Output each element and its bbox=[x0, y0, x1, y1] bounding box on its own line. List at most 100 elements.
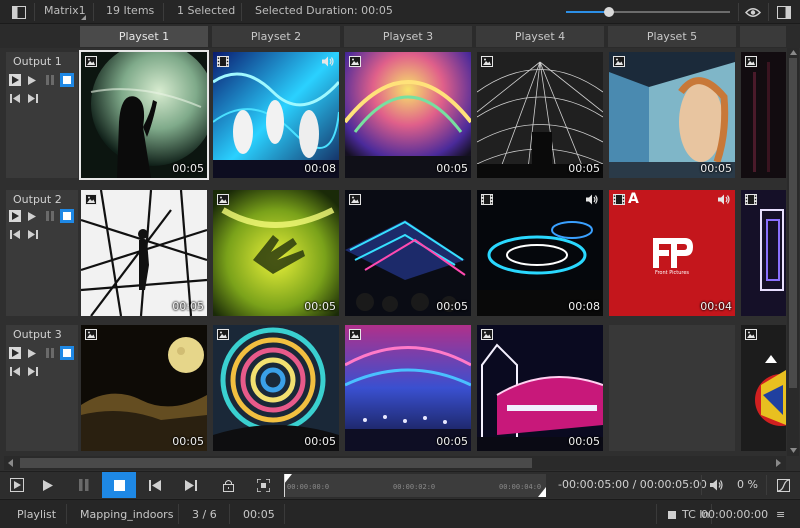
separator bbox=[229, 504, 230, 524]
pause-icon[interactable] bbox=[44, 74, 56, 86]
duration-label: 00:05 bbox=[568, 162, 600, 175]
media-thumbnail[interactable]: 00:05 bbox=[345, 52, 471, 178]
image-type-icon bbox=[349, 194, 361, 205]
media-thumbnail[interactable]: 00:05 bbox=[345, 190, 471, 316]
app-window: Matrix1 19 Items 1 Selected Selected Dur… bbox=[0, 0, 800, 528]
output-name: Output 1 bbox=[13, 55, 62, 68]
stop-button[interactable] bbox=[102, 472, 136, 498]
play-once-icon[interactable] bbox=[26, 74, 38, 86]
image-type-icon bbox=[481, 56, 493, 67]
item-duration: 00:05 bbox=[243, 508, 275, 521]
empty-slot[interactable] bbox=[609, 325, 735, 451]
thumbnail-image bbox=[213, 52, 339, 178]
thumbnail-size-slider[interactable] bbox=[566, 7, 730, 17]
thumbnail-image bbox=[213, 190, 339, 316]
play-icon[interactable] bbox=[9, 74, 21, 86]
selected-count: 1 Selected bbox=[177, 4, 236, 17]
media-thumbnail[interactable]: 00:05 bbox=[213, 325, 339, 451]
separator bbox=[738, 3, 739, 21]
volume-icon[interactable] bbox=[704, 472, 730, 498]
pause-icon[interactable] bbox=[44, 347, 56, 359]
image-type-icon bbox=[85, 56, 97, 67]
scroll-right-arrow-icon[interactable] bbox=[776, 459, 781, 467]
pause-icon[interactable] bbox=[44, 210, 56, 222]
stop-icon[interactable] bbox=[60, 346, 74, 360]
play-button[interactable] bbox=[32, 472, 64, 498]
slider-knob[interactable] bbox=[603, 7, 614, 17]
toggle-left-panel-icon[interactable] bbox=[10, 3, 28, 21]
video-type-icon bbox=[481, 194, 493, 205]
output-name: Output 2 bbox=[13, 193, 62, 206]
curve-editor-icon[interactable] bbox=[770, 472, 796, 498]
video-type-icon bbox=[217, 56, 229, 67]
previous-button[interactable] bbox=[139, 472, 171, 498]
horizontal-scroll-thumb[interactable] bbox=[20, 458, 532, 468]
image-type-icon bbox=[349, 329, 361, 340]
separator bbox=[701, 475, 702, 495]
time-display: -00:00:05:00 / 00:00:05:00 bbox=[558, 478, 707, 491]
media-thumbnail[interactable]: 00:05 bbox=[345, 325, 471, 451]
vertical-scrollbar[interactable] bbox=[787, 48, 799, 456]
media-thumbnail[interactable] bbox=[741, 52, 786, 178]
previous-icon[interactable] bbox=[9, 365, 21, 377]
image-type-icon bbox=[745, 329, 757, 340]
scroll-left-arrow-icon[interactable] bbox=[8, 459, 13, 467]
status-bar: Playlist Mapping_indoors 3 / 6 00:05 TC … bbox=[0, 499, 800, 528]
next-icon[interactable] bbox=[27, 228, 39, 240]
vertical-scroll-thumb[interactable] bbox=[789, 58, 797, 388]
previous-icon[interactable] bbox=[9, 92, 21, 104]
next-button[interactable] bbox=[175, 472, 207, 498]
separator bbox=[768, 3, 769, 21]
stop-icon[interactable] bbox=[60, 73, 74, 87]
media-thumbnail[interactable]: 00:05 bbox=[477, 52, 603, 178]
stop-icon[interactable] bbox=[60, 209, 74, 223]
toggle-right-panel-icon[interactable] bbox=[775, 3, 793, 21]
media-thumbnail[interactable]: 00:05 bbox=[81, 325, 207, 451]
playset-header-3[interactable]: Playset 3 bbox=[344, 26, 472, 47]
mode-label[interactable]: Playlist bbox=[17, 508, 56, 521]
thumbnail-image bbox=[741, 325, 786, 451]
media-thumbnail[interactable]: 00:05 bbox=[213, 190, 339, 316]
separator bbox=[34, 3, 35, 21]
media-thumbnail[interactable] bbox=[741, 190, 786, 316]
horizontal-scrollbar[interactable] bbox=[4, 456, 786, 470]
image-type-icon bbox=[613, 56, 625, 67]
scroll-up-arrow-icon[interactable] bbox=[790, 50, 797, 55]
play-once-icon[interactable] bbox=[26, 347, 38, 359]
menu-icon[interactable]: ≡ bbox=[776, 508, 785, 521]
media-thumbnail[interactable]: 00:08 bbox=[213, 52, 339, 178]
play-icon[interactable] bbox=[9, 210, 21, 222]
media-thumbnail[interactable]: 00:05 bbox=[81, 190, 207, 316]
item-position: 3 / 6 bbox=[192, 508, 217, 521]
playset-header-6[interactable] bbox=[740, 26, 786, 47]
video-type-icon bbox=[745, 194, 757, 205]
separator bbox=[163, 3, 164, 21]
scroll-down-arrow-icon[interactable] bbox=[790, 448, 797, 453]
eye-icon[interactable] bbox=[744, 3, 762, 21]
record-indicator-icon bbox=[668, 511, 676, 519]
playhead[interactable] bbox=[284, 474, 285, 497]
fit-timeline-button[interactable] bbox=[247, 472, 279, 498]
play-icon[interactable] bbox=[9, 347, 21, 359]
timeline-scrubber[interactable]: 00:00:00:0 00:00:02:0 00:00:04:0 bbox=[284, 474, 546, 497]
media-thumbnail[interactable]: A Front Pictures 00:04 bbox=[609, 190, 735, 316]
media-thumbnail[interactable]: 00:05 bbox=[477, 325, 603, 451]
next-icon[interactable] bbox=[27, 365, 39, 377]
media-thumbnail[interactable]: 00:05 bbox=[79, 50, 209, 180]
previous-icon[interactable] bbox=[9, 228, 21, 240]
playset-header-2[interactable]: Playset 2 bbox=[212, 26, 340, 47]
play-loop-button[interactable] bbox=[1, 472, 33, 498]
pause-button[interactable] bbox=[68, 472, 100, 498]
separator bbox=[178, 504, 179, 524]
matrix-menu[interactable]: Matrix1 bbox=[44, 4, 86, 17]
media-thumbnail[interactable] bbox=[741, 325, 786, 451]
audio-icon bbox=[322, 56, 335, 67]
media-thumbnail[interactable]: 00:08 bbox=[477, 190, 603, 316]
next-icon[interactable] bbox=[27, 92, 39, 104]
play-once-icon[interactable] bbox=[26, 210, 38, 222]
playset-header-5[interactable]: Playset 5 bbox=[608, 26, 736, 47]
playset-header-1[interactable]: Playset 1 bbox=[80, 26, 208, 47]
media-thumbnail[interactable]: 00:05 bbox=[609, 52, 735, 178]
lock-button[interactable] bbox=[212, 472, 244, 498]
playset-header-4[interactable]: Playset 4 bbox=[476, 26, 604, 47]
